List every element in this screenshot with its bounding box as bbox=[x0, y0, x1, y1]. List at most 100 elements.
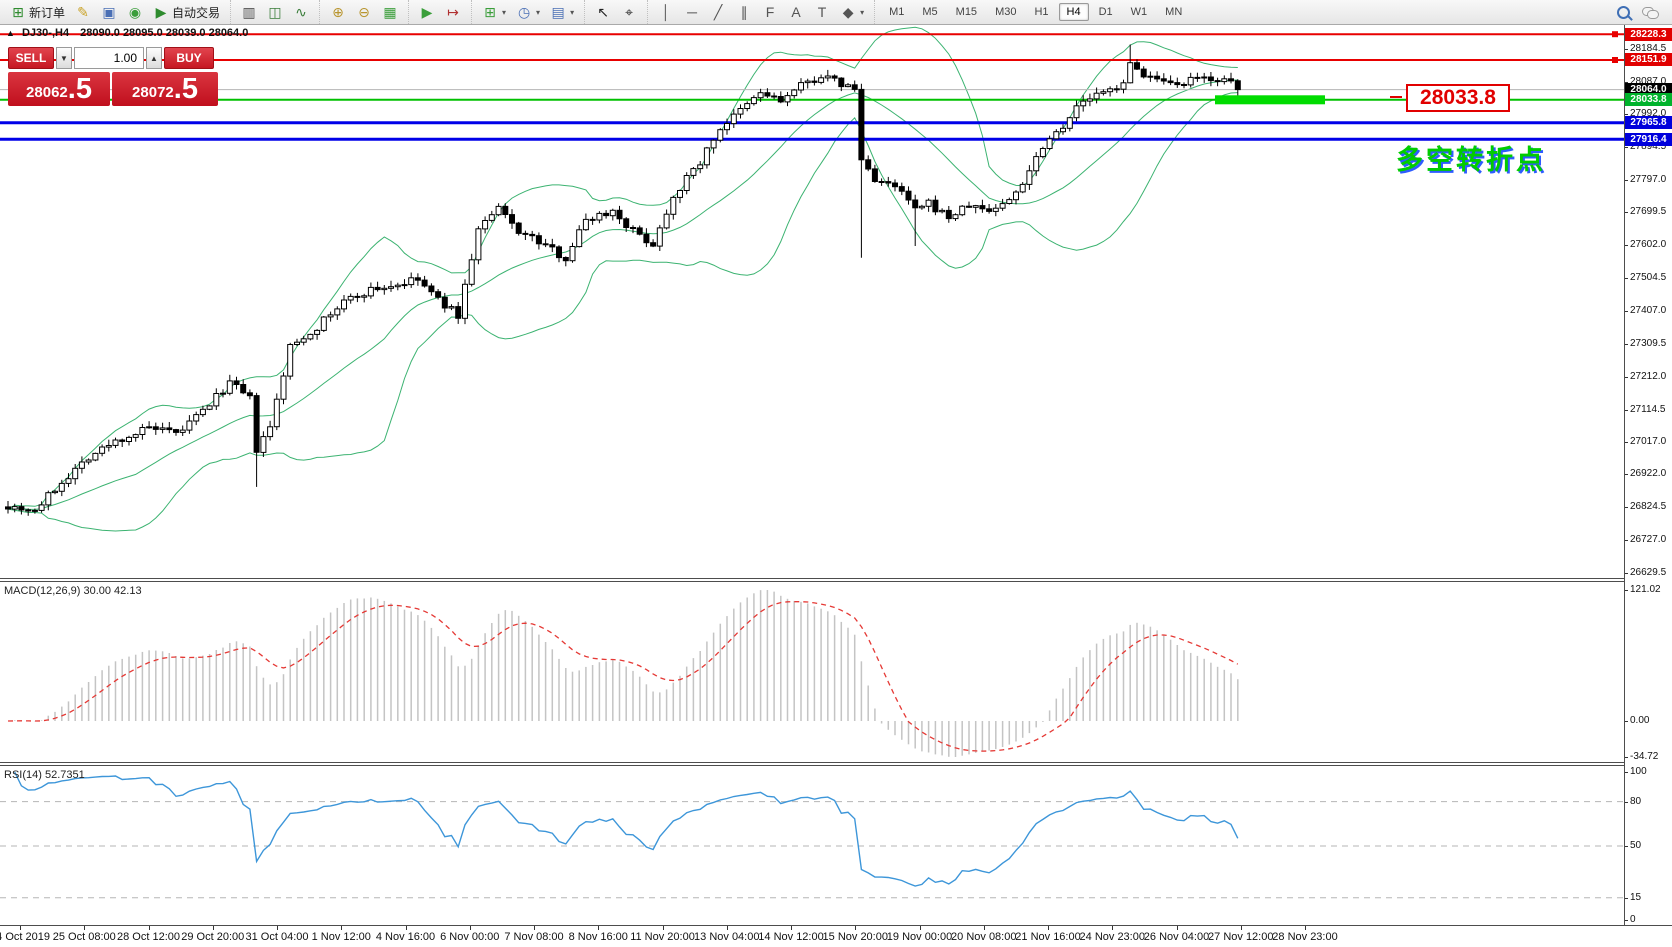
bar-chart-button[interactable]: ▥ bbox=[237, 4, 261, 20]
price-tick-label: 27017.0 bbox=[1630, 436, 1667, 448]
timeframe-h1[interactable]: H1 bbox=[1026, 3, 1056, 21]
signal-button[interactable]: ◉ bbox=[123, 4, 147, 20]
templates-button[interactable]: ▤ ▾ bbox=[546, 4, 578, 20]
zoom-in-button[interactable]: ⊕ bbox=[326, 4, 350, 20]
turning-point-annotation[interactable]: 多空转折点 bbox=[1396, 138, 1546, 177]
trendline-button[interactable]: ╱ bbox=[706, 4, 730, 20]
fibonacci-button[interactable]: F bbox=[758, 4, 782, 20]
chevron-down-icon[interactable]: ▾ bbox=[536, 8, 540, 17]
rsi-axis-label: 0 bbox=[1630, 914, 1636, 925]
time-tick-label: 4 Nov 16:00 bbox=[375, 931, 436, 943]
indicators-button[interactable]: ⊞ ▾ bbox=[478, 4, 510, 20]
time-tick-mark bbox=[855, 926, 857, 930]
time-tick-label: 26 Nov 04:00 bbox=[1143, 931, 1210, 943]
autotrade-icon: ▶ bbox=[155, 4, 167, 20]
time-tick-label: 7 Nov 08:00 bbox=[504, 931, 564, 943]
line-chart-icon: ∿ bbox=[295, 4, 307, 20]
time-tick-label: 15 Nov 20:00 bbox=[822, 931, 888, 943]
channel-button[interactable]: ∥ bbox=[732, 4, 756, 20]
zoom-in-icon: ⊕ bbox=[332, 4, 344, 20]
time-tick-label: 28 Nov 23:00 bbox=[1272, 931, 1338, 943]
timeframe-m15[interactable]: M15 bbox=[948, 3, 985, 21]
main-toolbar: ⊞ 新订单 ✎ ▣ ◉ ▶ 自动交易 ▥ ◫ ∿ ⊕ ⊖ ▦ ▶ ↦ ⊞ ▾ ◷ ▾ ▤ ▾ ↖ ⌖ │ ─ ╱ ∥ F A T ◆ ▾ M1 M… bbox=[0, 0, 1672, 25]
text-button[interactable]: A bbox=[784, 4, 808, 20]
new-order-button[interactable]: ⊞ 新订单 bbox=[6, 3, 69, 22]
shapes-button[interactable]: ◆ ▾ bbox=[836, 4, 868, 20]
sell-price-main: 28062 bbox=[26, 84, 68, 101]
shapes-icon: ◆ bbox=[842, 4, 854, 20]
time-tick-label: 29 Oct 20:00 bbox=[181, 931, 245, 943]
timeframe-m1[interactable]: M1 bbox=[881, 3, 912, 21]
chevron-down-icon[interactable]: ▾ bbox=[570, 8, 574, 17]
volume-decrease-button[interactable]: ▼ bbox=[56, 47, 72, 69]
volume-input[interactable] bbox=[74, 47, 144, 69]
auto-scroll-button[interactable]: ▶ bbox=[415, 4, 439, 20]
price-level-box[interactable]: 28033.8 bbox=[1406, 84, 1510, 112]
rsi-indicator-label: RSI(14) 52.7351 bbox=[4, 769, 85, 781]
vline-button[interactable]: │ bbox=[654, 4, 678, 20]
time-tick-label: 20 Nov 08:00 bbox=[951, 931, 1017, 943]
cursor-button[interactable]: ↖ bbox=[591, 4, 615, 20]
search-icon[interactable] bbox=[1617, 5, 1630, 19]
timeframe-mn[interactable]: MN bbox=[1157, 3, 1190, 21]
macd-axis-label: 121.02 bbox=[1630, 584, 1661, 595]
time-tick-mark bbox=[534, 926, 535, 930]
line-chart-button[interactable]: ∿ bbox=[289, 4, 313, 20]
auto-scroll-icon: ▶ bbox=[421, 4, 433, 20]
zoom-out-button[interactable]: ⊖ bbox=[352, 4, 376, 20]
chevron-down-icon[interactable]: ▾ bbox=[860, 8, 864, 17]
timeframe-w1[interactable]: W1 bbox=[1123, 3, 1156, 21]
price-tick-label: 27212.0 bbox=[1630, 370, 1667, 382]
sell-button[interactable]: SELL bbox=[8, 47, 54, 69]
price-level-chip: 27916.4 bbox=[1625, 132, 1672, 146]
label-button[interactable]: T bbox=[810, 4, 834, 20]
chart-symbol-period: DJ30-,H4 bbox=[21, 27, 70, 39]
sell-price[interactable]: 28062 .5 bbox=[8, 72, 110, 106]
volume-increase-button[interactable]: ▲ bbox=[146, 47, 162, 69]
candlestick-icon: ◫ bbox=[268, 4, 282, 20]
time-tick-mark bbox=[1112, 926, 1114, 930]
indicators-icon: ⊞ bbox=[484, 4, 496, 20]
time-tick-label: 19 Nov 00:00 bbox=[886, 931, 953, 943]
timeframe-h4[interactable]: H4 bbox=[1058, 3, 1089, 21]
crosshair-button[interactable]: ⌖ bbox=[617, 4, 641, 20]
time-tick-mark bbox=[20, 926, 21, 930]
periods-button[interactable]: ◷ ▾ bbox=[512, 4, 544, 20]
price-tick-label: 28184.5 bbox=[1630, 43, 1667, 54]
price-tick-label: 26922.0 bbox=[1630, 468, 1667, 480]
new-order-icon: ⊞ bbox=[12, 4, 24, 20]
chat-icon[interactable] bbox=[1642, 6, 1659, 19]
candlestick-button[interactable]: ◫ bbox=[263, 4, 287, 20]
autotrade-label: 自动交易 bbox=[172, 5, 221, 20]
toolbar-group: ↖ ⌖ bbox=[584, 0, 647, 24]
chart-window-button[interactable]: ▣ bbox=[97, 4, 121, 20]
chevron-down-icon[interactable]: ▾ bbox=[502, 8, 506, 17]
macd-axis-label: 0.00 bbox=[1630, 715, 1650, 726]
chart-shift-button[interactable]: ↦ bbox=[441, 4, 465, 20]
time-tick-mark bbox=[791, 926, 792, 930]
macd-indicator-label: MACD(12,26,9) 30.00 42.13 bbox=[4, 585, 142, 597]
timeframe-d1[interactable]: D1 bbox=[1091, 3, 1121, 21]
price-box-tick bbox=[1390, 96, 1402, 98]
autotrade-button[interactable]: ▶ 自动交易 bbox=[149, 3, 224, 22]
price-tick-label: 26629.5 bbox=[1630, 567, 1667, 579]
price-tick-label: 27602.0 bbox=[1630, 239, 1667, 251]
time-tick-label: 24 Nov 23:00 bbox=[1079, 931, 1145, 943]
buy-price[interactable]: 28072 .5 bbox=[112, 72, 218, 106]
timeframe-m30[interactable]: M30 bbox=[987, 3, 1024, 21]
toolbar-group: ▥ ◫ ∿ bbox=[230, 0, 319, 24]
timeframe-m5[interactable]: M5 bbox=[914, 3, 945, 21]
price-tick-label: 27504.5 bbox=[1630, 272, 1667, 284]
buy-button[interactable]: BUY bbox=[164, 47, 214, 69]
templates-icon: ▤ bbox=[551, 4, 565, 20]
tile-windows-button[interactable]: ▦ bbox=[378, 4, 402, 20]
chart-shift-icon: ↦ bbox=[447, 4, 459, 20]
price-tick-label: 27407.0 bbox=[1630, 305, 1667, 317]
time-tick-label: 11 Nov 20:00 bbox=[630, 931, 695, 943]
time-tick-mark bbox=[726, 926, 728, 930]
highlighter-button[interactable]: ✎ bbox=[71, 4, 95, 20]
hline-button[interactable]: ─ bbox=[680, 4, 704, 20]
time-axis[interactable]: 24 Oct 201925 Oct 08:0028 Oct 12:0029 Oc… bbox=[0, 925, 1672, 947]
periods-icon: ◷ bbox=[517, 4, 531, 20]
time-tick-label: 28 Oct 12:00 bbox=[117, 931, 180, 943]
